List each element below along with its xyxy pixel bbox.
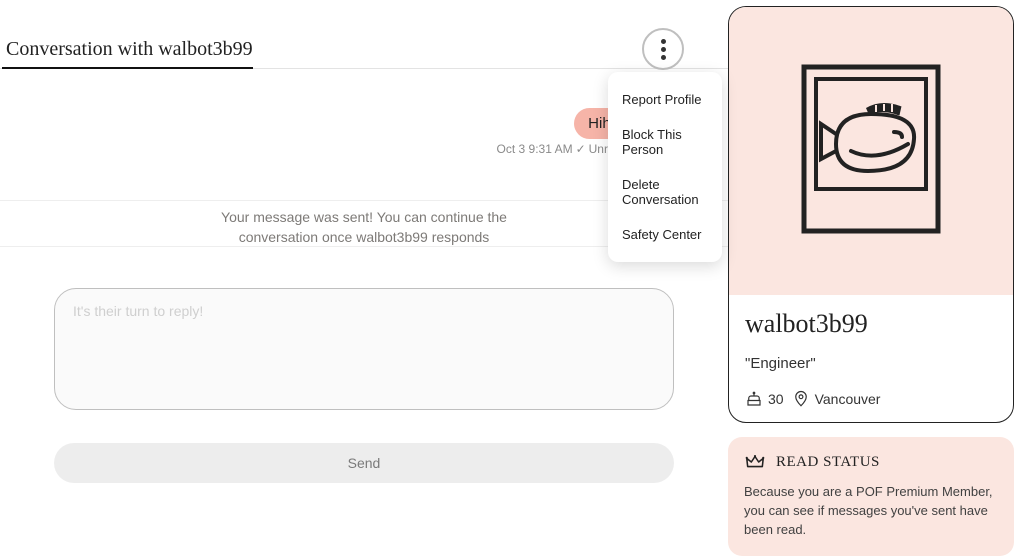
fish-polaroid-icon: [796, 59, 946, 244]
menu-delete-conversation[interactable]: Delete Conversation: [608, 167, 722, 217]
profile-meta: 30 Vancouver: [729, 372, 1013, 422]
read-status-card: READ STATUS Because you are a POF Premiu…: [728, 437, 1014, 556]
check-icon: ✓: [576, 142, 586, 156]
profile-photo-area: [729, 7, 1013, 295]
conversation-panel: Conversation with walbot3b99 Report Prof…: [0, 0, 728, 556]
message-input[interactable]: [54, 288, 674, 410]
crown-icon: [744, 451, 766, 473]
more-icon: [661, 39, 666, 44]
read-status-body: Because you are a POF Premium Member, yo…: [744, 483, 998, 540]
message-timestamp: Oct 3 9:31 AM: [497, 142, 573, 156]
menu-block-person[interactable]: Block This Person: [608, 117, 722, 167]
page-title: Conversation with walbot3b99: [2, 38, 253, 69]
cake-icon: [745, 390, 763, 408]
read-status-title: READ STATUS: [776, 454, 880, 471]
send-button[interactable]: Send: [54, 443, 674, 483]
profile-sidebar: walbot3b99 "Engineer" 30 Vancouver: [728, 0, 1024, 556]
profile-card[interactable]: walbot3b99 "Engineer" 30 Vancouver: [728, 6, 1014, 423]
profile-tagline: "Engineer": [729, 345, 1013, 372]
profile-username: walbot3b99: [729, 295, 1013, 345]
profile-location: Vancouver: [815, 391, 881, 407]
location-pin-icon: [792, 390, 810, 408]
more-options-button[interactable]: [642, 28, 684, 70]
profile-age: 30: [768, 391, 784, 407]
more-options-menu: Report Profile Block This Person Delete …: [608, 72, 722, 262]
menu-safety-center[interactable]: Safety Center: [608, 217, 722, 252]
menu-report-profile[interactable]: Report Profile: [608, 82, 722, 117]
